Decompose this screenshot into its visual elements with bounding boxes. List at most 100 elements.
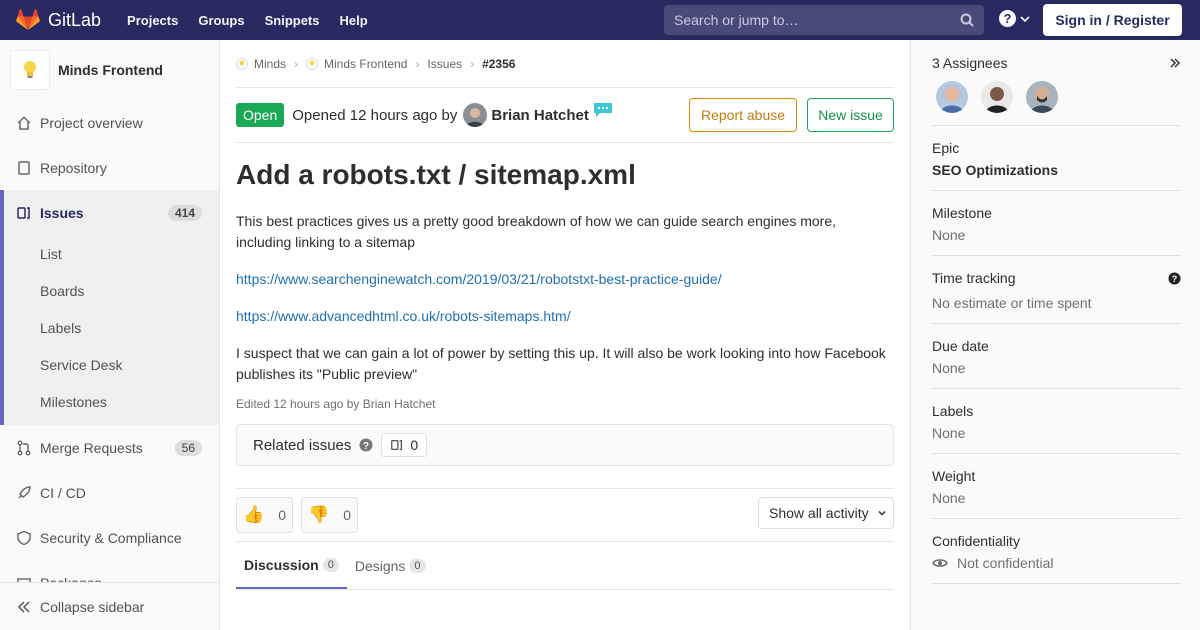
issue-opened-meta: Opened 12 hours ago by Brian Hatchet (292, 103, 613, 127)
breadcrumb-minds[interactable]: Minds (236, 57, 286, 71)
sidebar-item-label: Merge Requests (40, 439, 143, 456)
sign-in-register-button[interactable]: Sign in / Register (1043, 4, 1182, 36)
report-abuse-button[interactable]: Report abuse (689, 98, 797, 132)
search-box (664, 5, 984, 35)
thumbs-down-award-button[interactable]: 👎 0 (301, 497, 358, 533)
sidebar-item-security-compliance[interactable]: Security & Compliance (0, 515, 219, 560)
nav-help[interactable]: Help (340, 13, 368, 28)
nav-projects[interactable]: Projects (127, 13, 178, 28)
question-circle-icon[interactable]: ? (1168, 271, 1181, 285)
project-name: Minds Frontend (58, 62, 163, 78)
author-avatar[interactable] (463, 103, 488, 127)
issues-count-badge: 414 (167, 204, 202, 221)
designs-count-badge: 0 (409, 558, 426, 573)
assignees-block: 3 Assignees (932, 40, 1181, 126)
sidebar-item-label: Security & Compliance (40, 529, 182, 546)
gitlab-wordmark: GitLab (48, 9, 102, 30)
issue-header: Open Opened 12 hours ago by Brian Hatche… (236, 88, 894, 143)
confidentiality-block: Confidentiality Not confidential (932, 519, 1181, 584)
author-name-link[interactable]: Brian Hatchet (491, 107, 589, 124)
collapse-sidebar-button[interactable]: Collapse sidebar (0, 582, 219, 630)
confidentiality-value: Not confidential (932, 555, 1181, 571)
description-link[interactable]: https://www.searchenginewatch.com/2019/0… (236, 271, 722, 287)
tab-discussion[interactable]: Discussion 0 (236, 542, 347, 589)
chevron-down-icon (1020, 15, 1030, 22)
sidebar-item-ci-cd[interactable]: CI / CD (0, 470, 219, 515)
assignee-avatar[interactable] (1026, 81, 1058, 113)
thumbs-up-award-button[interactable]: 👍 0 (236, 497, 293, 533)
breadcrumb-issues[interactable]: Issues (427, 57, 462, 71)
sidebar-subitem-milestones[interactable]: Milestones (4, 383, 219, 420)
milestone-value: None (932, 227, 966, 243)
assignee-avatar[interactable] (981, 81, 1013, 113)
edited-meta: Edited 12 hours ago by Brian Hatchet (236, 397, 436, 411)
issues-icon (391, 439, 403, 451)
issues-icon (16, 205, 32, 221)
time-tracking-title: Time tracking (932, 270, 1016, 286)
breadcrumb-minds-frontend[interactable]: Minds Frontend (306, 57, 407, 71)
chevron-right-icon: › (415, 56, 420, 71)
sidebar-item-merge-requests[interactable]: Merge Requests 56 (0, 425, 219, 470)
tab-designs[interactable]: Designs 0 (347, 542, 434, 589)
activity-filter-dropdown[interactable]: Show all activity (758, 497, 894, 529)
eye-icon (932, 559, 948, 567)
description-paragraph: I suspect that we can gain a lot of powe… (236, 345, 886, 382)
home-icon (16, 115, 32, 131)
assignees-title: 3 Assignees (932, 55, 1008, 71)
sidebar-subitem-boards[interactable]: Boards (4, 272, 219, 309)
related-issues-label: Related issues (253, 436, 352, 454)
question-circle-icon[interactable]: ? (359, 438, 373, 452)
double-chevron-left-icon (17, 600, 30, 613)
gitlab-logo-link[interactable]: GitLab (16, 9, 101, 31)
due-date-block: Due date None (932, 324, 1181, 389)
sidebar-item-issues[interactable]: Issues 414 (0, 190, 219, 235)
search-input[interactable] (674, 12, 960, 28)
confidentiality-title: Confidentiality (932, 533, 1020, 549)
thumbs-up-icon: 👍 (243, 505, 265, 524)
labels-title: Labels (932, 403, 974, 419)
search-icon[interactable] (960, 13, 974, 27)
related-issues-block: Related issues ? 0 (236, 424, 894, 466)
sidebar-item-repository[interactable]: Repository (0, 145, 219, 190)
description-paragraph: This best practices gives us a pretty go… (236, 213, 836, 250)
project-header[interactable]: Minds Frontend (0, 40, 219, 100)
lightbulb-icon (24, 61, 36, 78)
sidebar-item-project-overview[interactable]: Project overview (0, 100, 219, 145)
sidebar-item-label: Repository (40, 159, 107, 176)
issue-main: Minds › Minds Frontend › Issues › #2356 … (236, 40, 894, 590)
help-dropdown[interactable]: ? (999, 10, 1030, 27)
breadcrumb-issue-number[interactable]: #2356 (482, 57, 515, 71)
issue-state-badge: Open (236, 103, 285, 127)
nav-groups[interactable]: Groups (198, 13, 244, 28)
epic-block: Epic SEO Optimizations (932, 126, 1181, 191)
doc-icon (16, 160, 32, 176)
sidebar-item-label: Issues (40, 204, 84, 221)
related-issues-count[interactable]: 0 (381, 433, 428, 457)
rocket-icon (16, 485, 32, 501)
assignee-avatar[interactable] (936, 81, 968, 113)
weight-value: None (932, 490, 966, 506)
chevron-right-icon: › (470, 56, 475, 71)
labels-value: None (932, 425, 966, 441)
sidebar-item-label: Project overview (40, 114, 143, 131)
nav-snippets[interactable]: Snippets (265, 13, 320, 28)
sidebar-subitem-service-desk[interactable]: Service Desk (4, 346, 219, 383)
epic-link[interactable]: SEO Optimizations (932, 162, 1181, 178)
weight-title: Weight (932, 468, 976, 484)
lightbulb-icon (306, 57, 319, 70)
discussion-count-badge: 0 (322, 557, 339, 572)
chevron-down-icon (878, 510, 886, 516)
project-avatar (10, 50, 50, 90)
sidebar-subitem-list[interactable]: List (4, 235, 219, 272)
sidebar-subitem-labels[interactable]: Labels (4, 309, 219, 346)
breadcrumb: Minds › Minds Frontend › Issues › #2356 (236, 40, 894, 88)
description-link[interactable]: https://www.advancedhtml.co.uk/robots-si… (236, 308, 571, 324)
merge-request-icon (16, 440, 32, 456)
issue-right-sidebar: 3 Assignees Epic SEO Optimizations Miles… (910, 40, 1200, 630)
svg-text:?: ? (1172, 274, 1178, 284)
new-issue-button[interactable]: New issue (807, 98, 894, 132)
double-chevron-right-icon[interactable] (1169, 57, 1181, 69)
shield-icon (16, 530, 32, 546)
collapse-sidebar-label: Collapse sidebar (40, 598, 145, 615)
speech-bubble-icon (593, 103, 612, 117)
